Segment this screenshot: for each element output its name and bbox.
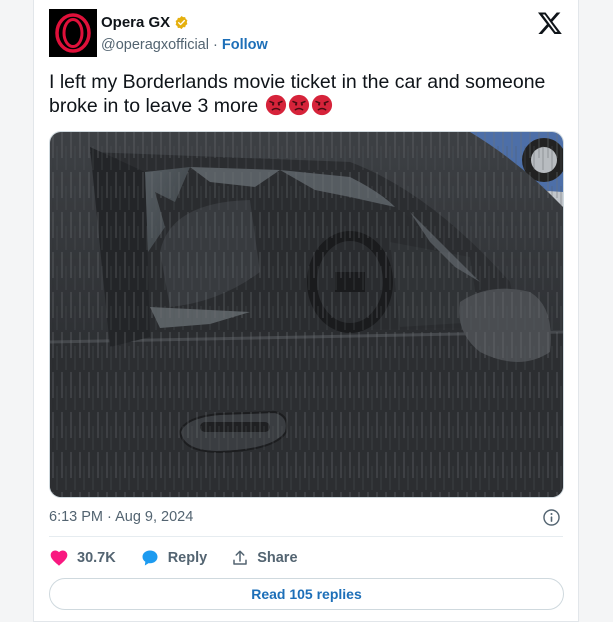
author-handle-row: @operagxofficial · Follow xyxy=(101,37,268,53)
reply-button[interactable]: Reply xyxy=(140,548,208,568)
share-button[interactable]: Share xyxy=(231,549,298,567)
reply-bubble-icon xyxy=(142,550,158,566)
tweet-image[interactable] xyxy=(49,131,564,498)
follow-link[interactable]: Follow xyxy=(222,37,268,53)
angry-face-emoji xyxy=(311,94,332,116)
author-handle[interactable]: @operagxofficial xyxy=(101,37,209,53)
reply-label: Reply xyxy=(167,550,208,566)
handle-separator: · xyxy=(213,37,218,53)
emoji-group xyxy=(264,94,333,117)
angry-face-emoji xyxy=(288,94,309,116)
car-photo xyxy=(50,132,563,497)
like-count: 30.7K xyxy=(77,550,116,566)
opera-gx-logo xyxy=(49,9,97,57)
avatar[interactable] xyxy=(49,9,97,57)
author-name-row: Opera GX xyxy=(101,14,189,31)
like-button[interactable]: 30.7K xyxy=(49,548,116,568)
tweet-timestamp[interactable]: 6:13 PM · Aug 9, 2024 xyxy=(49,509,193,525)
divider xyxy=(49,536,563,537)
share-icon xyxy=(233,550,247,565)
tweet-text: I left my Borderlands movie ticket in th… xyxy=(49,70,569,118)
tweet-actions: 30.7K Reply Share xyxy=(49,547,322,569)
info-icon[interactable] xyxy=(542,508,561,527)
angry-face-emoji xyxy=(265,94,286,116)
tweet-card: Opera GX @operagxofficial · Follow I lef… xyxy=(33,0,579,622)
verified-badge-icon xyxy=(175,15,188,30)
x-logo-icon[interactable] xyxy=(537,10,563,36)
read-replies-button[interactable]: Read 105 replies xyxy=(49,578,564,610)
share-label: Share xyxy=(257,550,298,566)
heart-icon xyxy=(50,550,68,566)
author-name[interactable]: Opera GX xyxy=(101,14,170,31)
